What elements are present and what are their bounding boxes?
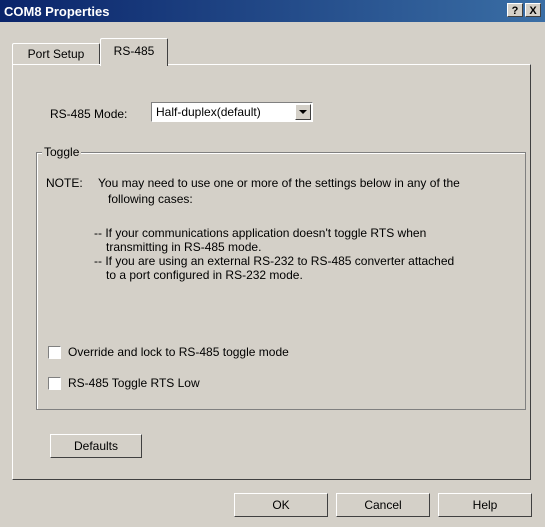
title-bar[interactable]: COM8 Properties ? X: [0, 0, 545, 22]
mode-select[interactable]: Half-duplex(default): [151, 102, 313, 122]
properties-dialog: COM8 Properties ? X Port Setup RS-485 RS…: [0, 0, 545, 527]
mode-select-value: Half-duplex(default): [156, 105, 261, 119]
override-lock-label[interactable]: Override and lock to RS-485 toggle mode: [68, 345, 289, 359]
toggle-group-legend: Toggle: [42, 145, 82, 159]
case2-line2: to a port configured in RS-232 mode.: [106, 268, 303, 282]
case1-line1: -- If your communications application do…: [94, 226, 427, 240]
toggle-rts-low-checkbox[interactable]: [48, 377, 61, 390]
tab-port-setup[interactable]: Port Setup: [12, 43, 100, 65]
window-title: COM8 Properties: [4, 4, 110, 19]
help-title-button[interactable]: ?: [507, 3, 523, 17]
ok-button[interactable]: OK: [234, 493, 328, 517]
toggle-rts-low-label[interactable]: RS-485 Toggle RTS Low: [68, 376, 200, 390]
mode-label: RS-485 Mode:: [50, 107, 128, 121]
note-label: NOTE:: [46, 176, 83, 190]
case1-line2: transmitting in RS-485 mode.: [106, 240, 262, 254]
override-lock-checkbox[interactable]: [48, 346, 61, 359]
cancel-button[interactable]: Cancel: [336, 493, 430, 517]
case2-line1: -- If you are using an external RS-232 t…: [94, 254, 455, 268]
chevron-down-icon[interactable]: [295, 104, 311, 120]
note-text-line1: You may need to use one or more of the s…: [98, 176, 460, 190]
defaults-button[interactable]: Defaults: [50, 434, 142, 458]
help-button[interactable]: Help: [438, 493, 532, 517]
tab-rs485[interactable]: RS-485: [100, 38, 168, 66]
close-button[interactable]: X: [525, 3, 541, 17]
note-text-line2: following cases:: [108, 192, 193, 206]
